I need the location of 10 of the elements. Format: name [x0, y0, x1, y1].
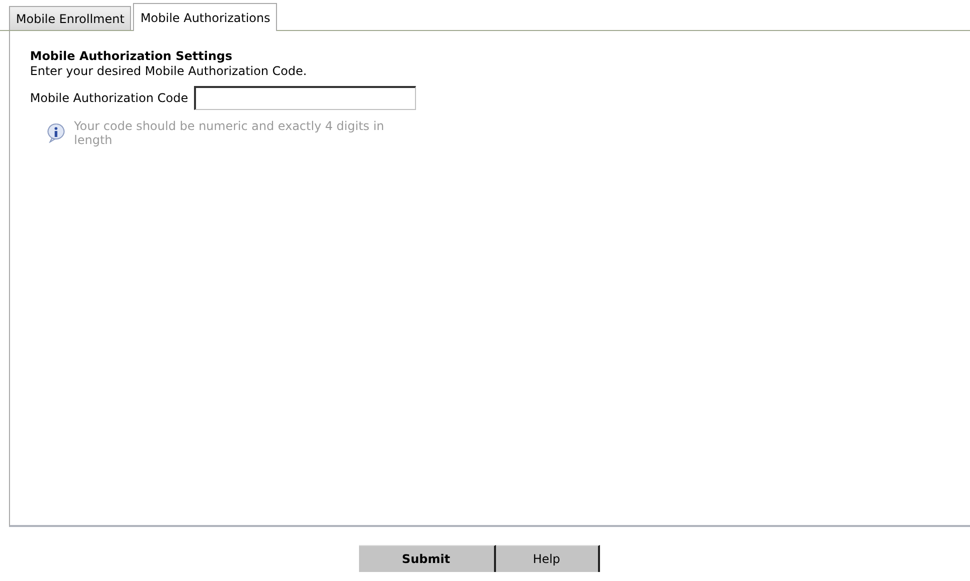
primary-button[interactable]: Submit — [358, 545, 496, 572]
tab[interactable]: Mobile Enrollment — [9, 6, 132, 30]
input-field[interactable] — [194, 86, 416, 110]
tab[interactable]: Mobile Authorizations — [133, 3, 278, 31]
section-title: Mobile Authorization Settings — [30, 49, 234, 63]
instructions-text: Enter your desired Mobile Authorization Code. — [30, 64, 308, 78]
info-icon — [46, 123, 66, 143]
field-label: Mobile Authorization Code — [30, 91, 188, 105]
hint-text: Your code should be numeric and exactly 4 digits in length — [74, 119, 386, 147]
secondary-button[interactable]: Help — [496, 545, 600, 572]
